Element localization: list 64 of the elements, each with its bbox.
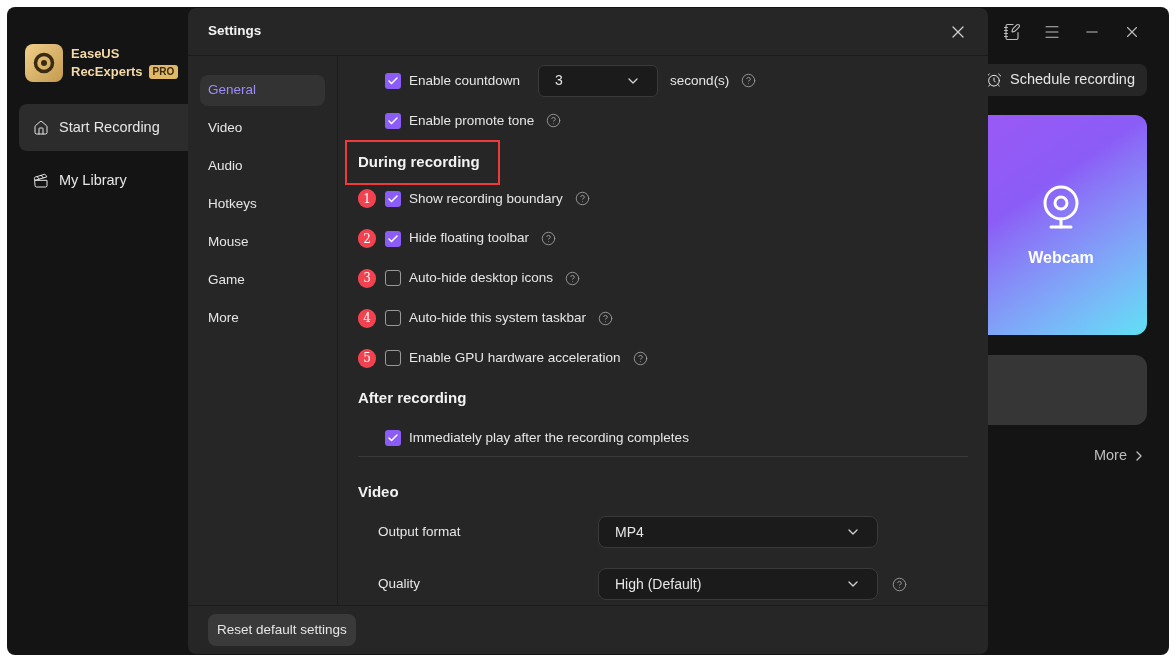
unit-label: second(s) [670,71,730,90]
dialog-title: Settings [208,22,262,41]
clapperboard-icon [33,172,49,189]
step-marker: 4 [358,308,376,328]
field-label: Output format [378,522,462,541]
section-heading: After recording [358,387,467,408]
countdown-select[interactable]: 3 [538,64,659,97]
checkmark-icon [387,192,399,205]
checkbox[interactable] [385,190,401,207]
option-label: Enable GPU hardware acceleration [409,349,621,368]
checkmark-icon [387,74,399,87]
checkbox[interactable] [385,350,401,367]
reset-default-settings-button[interactable]: Reset default settings [208,614,356,646]
checkbox[interactable] [385,430,401,447]
dropdown-select[interactable]: MP4 [598,516,878,548]
option-label: Immediately play after the recording completes [409,428,689,447]
step-marker: 1 [358,189,376,209]
alarm-clock-icon [986,72,1003,88]
checkmark-icon [387,232,399,245]
help-icon[interactable] [574,191,590,207]
settings-nav-item[interactable]: Audio [200,151,325,182]
settings-nav-item[interactable]: More [200,303,325,334]
help-icon[interactable] [741,73,757,89]
step-marker: 3 [358,268,376,288]
help-icon[interactable] [546,113,562,129]
card-title: Webcam [1028,248,1094,268]
help-icon[interactable] [541,231,557,247]
option-label: Enable promote tone [409,111,535,130]
dropdown-select[interactable]: High (Default) [598,568,878,600]
checkbox[interactable] [385,112,401,129]
settings-nav-item[interactable]: Video [200,113,325,144]
settings-nav-item[interactable]: Game [200,265,325,296]
section-heading: During recording [358,152,480,172]
notes-icon[interactable] [1003,23,1021,41]
app-name: RecExperts [71,63,143,81]
field-label: Quality [378,574,422,593]
checkbox[interactable] [385,72,401,89]
option-label: Show recording boundary [409,189,563,208]
more-link[interactable]: More [1093,445,1147,467]
option-label: Enable countdown [409,71,521,90]
help-icon[interactable] [565,270,581,286]
step-marker: 2 [358,229,376,249]
option-label: Auto-hide this system taskbar [409,309,587,328]
step-marker: 5 [358,348,376,368]
menu-icon[interactable] [1043,23,1061,41]
house-icon [33,119,49,136]
sidebar-item[interactable]: Start Recording [19,104,188,151]
checkmark-icon [387,114,399,127]
settings-nav-item[interactable]: Mouse [200,227,325,258]
checkbox[interactable] [385,270,401,287]
settings-nav-item[interactable]: Hotkeys [200,189,325,220]
option-label: Hide floating toolbar [409,229,530,248]
help-icon[interactable] [892,576,907,592]
checkbox[interactable] [385,310,401,327]
checkbox[interactable] [385,230,401,247]
option-label: Auto-hide desktop icons [409,269,554,288]
app-logo [25,44,63,82]
sidebar-item[interactable]: My Library [19,157,188,204]
app-name: EaseUS [71,45,121,63]
help-icon[interactable] [632,350,648,366]
pro-badge: PRO [148,65,179,79]
section-heading: Video [358,481,399,502]
settings-nav-item[interactable]: General [200,75,325,106]
help-icon[interactable] [598,310,614,326]
